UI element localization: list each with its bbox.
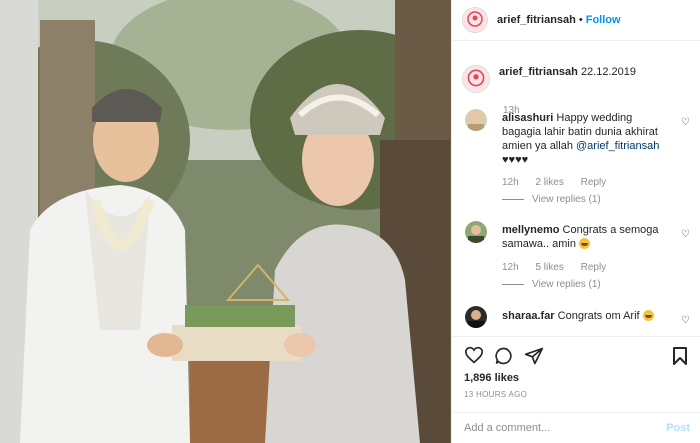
post-photo[interactable] <box>0 0 451 443</box>
view-replies-button[interactable]: View replies (1) <box>502 279 601 290</box>
smile-emoji-icon <box>579 238 591 249</box>
comment-likes[interactable]: 2 likes <box>535 177 563 188</box>
post-comment-button[interactable]: Post <box>666 422 690 434</box>
heart-icon[interactable]: ♡ <box>681 315 690 326</box>
caption-avatar[interactable] <box>462 65 490 93</box>
comment-username[interactable]: alisashuri <box>502 112 553 124</box>
header-separator: • <box>578 14 583 26</box>
comment-username[interactable]: mellynemo <box>502 224 559 236</box>
likes-count[interactable]: 1,896 likes <box>464 372 519 384</box>
commenter-avatar-icon <box>465 109 487 131</box>
comment-bubble-icon[interactable] <box>494 346 514 366</box>
comments-list[interactable]: arief_fitriansah 22.12.2019 13h alisashu… <box>452 41 700 335</box>
caption-avatar-icon <box>463 66 489 92</box>
add-comment-input[interactable]: Add a comment... <box>464 422 644 434</box>
reply-button[interactable]: Reply <box>581 177 607 188</box>
caption-username[interactable]: arief_fitriansah <box>499 66 578 78</box>
comment-hearts: ♥♥♥♥ <box>502 154 529 166</box>
post-actions: 1,896 likes 13 HOURS AGO Add a comment..… <box>452 336 700 443</box>
comment-likes[interactable]: 5 likes <box>535 262 563 273</box>
post-caption: arief_fitriansah 22.12.2019 <box>452 41 700 93</box>
commenter-avatar-icon <box>465 306 487 328</box>
reply-button[interactable]: Reply <box>581 262 607 273</box>
author-username[interactable]: arief_fitriansah <box>497 14 576 26</box>
comment-mention-link[interactable]: @arief_fitriansah <box>576 140 659 152</box>
comment-avatar[interactable] <box>465 109 487 131</box>
post-side-panel: arief_fitriansah • Follow arief_fitrians… <box>451 0 700 443</box>
comment-meta: 12h 2 likes Reply <box>502 177 620 188</box>
author-avatar[interactable] <box>462 7 488 33</box>
post-time-ago[interactable]: 13 HOURS AGO <box>464 390 527 399</box>
comment-username[interactable]: sharaa.far <box>502 310 555 322</box>
action-icons <box>464 346 688 366</box>
commenter-avatar-icon <box>465 221 487 243</box>
heart-icon[interactable]: ♡ <box>681 117 690 128</box>
comment-avatar[interactable] <box>465 306 487 328</box>
bookmark-save-icon[interactable] <box>672 346 688 366</box>
comment-time: 12h <box>502 177 519 188</box>
wedding-photo-image <box>0 0 451 443</box>
author-avatar-icon <box>463 8 487 32</box>
add-comment-bar: Add a comment... Post <box>452 412 700 443</box>
view-replies-button[interactable]: View replies (1) <box>502 194 601 205</box>
caption-text: 22.12.2019 <box>580 66 636 78</box>
post-header: arief_fitriansah • Follow <box>452 0 700 41</box>
comment-meta: 12h 5 likes Reply <box>502 262 620 273</box>
follow-button[interactable]: Follow <box>586 14 621 26</box>
smile-emoji-icon <box>642 310 654 321</box>
comment-text: Congrats om Arif <box>557 310 640 322</box>
heart-icon[interactable]: ♡ <box>681 229 690 240</box>
comment-avatar[interactable] <box>465 221 487 243</box>
comment-time: 12h <box>502 262 519 273</box>
share-send-icon[interactable] <box>524 346 544 366</box>
like-heart-icon[interactable] <box>464 346 484 364</box>
